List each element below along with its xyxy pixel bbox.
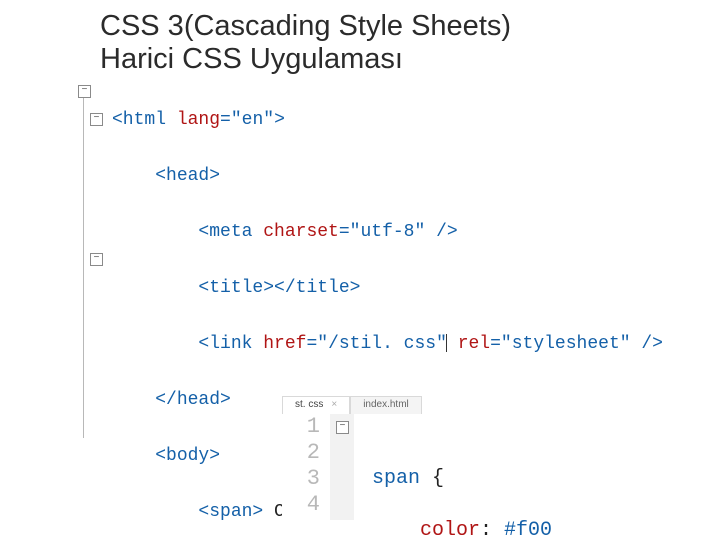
subtitle: Harici CSS Uygulaması xyxy=(100,43,700,76)
line-number: 1 xyxy=(282,414,320,440)
tab-index-html[interactable]: index.html xyxy=(350,396,422,414)
line-number: 2 xyxy=(282,440,320,466)
code-line: color: #f00 xyxy=(372,518,720,540)
css-fold-gutter: − xyxy=(330,414,354,520)
code-line: <html lang="en"> xyxy=(112,106,663,134)
line-number: 3 xyxy=(282,466,320,492)
css-editor: st. css× index.html 1 2 3 4 − span { col… xyxy=(282,396,720,520)
title: CSS 3(Cascading Style Sheets) xyxy=(100,10,700,43)
fold-minus-icon[interactable]: − xyxy=(336,421,349,434)
fold-minus-icon[interactable]: − xyxy=(90,113,103,126)
fold-minus-icon[interactable]: − xyxy=(78,85,91,98)
slide: CSS 3(Cascading Style Sheets) Harici CSS… xyxy=(0,0,720,540)
css-line-gutter: 1 2 3 4 xyxy=(282,414,328,520)
code-line: <title></title> xyxy=(112,274,663,302)
code-line: <link href="/stil. css" rel="stylesheet"… xyxy=(112,330,663,358)
code-line: span { xyxy=(372,466,720,492)
tab-stil-css[interactable]: st. css× xyxy=(282,396,350,414)
line-number: 4 xyxy=(282,492,320,518)
close-icon[interactable]: × xyxy=(331,399,337,410)
fold-minus-icon[interactable]: − xyxy=(90,253,103,266)
code-line: <head> xyxy=(112,162,663,190)
tab-bar: st. css× index.html xyxy=(282,396,720,414)
css-code: span { color: #f00 font-weight } xyxy=(372,414,720,520)
html-fold-gutter: − − − xyxy=(70,78,106,458)
code-line: <meta charset="utf-8" /> xyxy=(112,218,663,246)
